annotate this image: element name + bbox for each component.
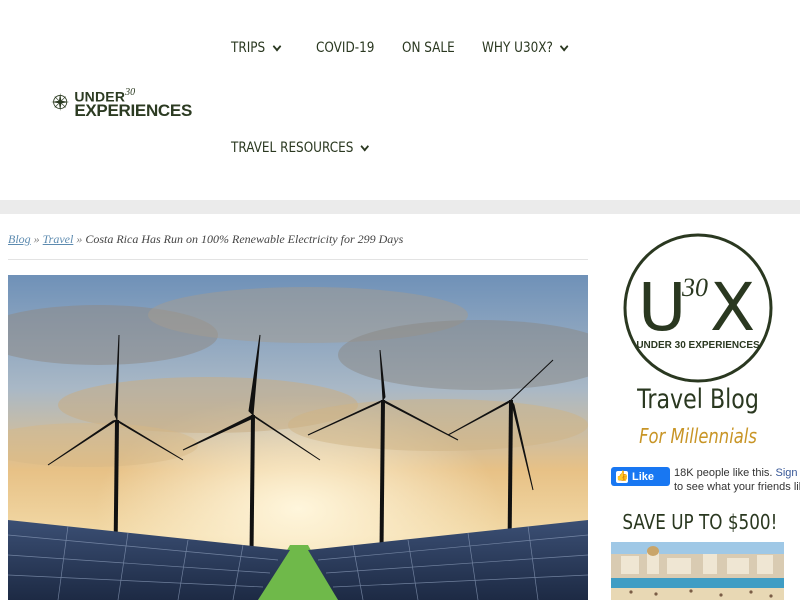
nav-covid-label: COVID-19 [316,40,375,56]
facebook-like-count: 18K people like this. Sign Up to see wha… [674,466,800,494]
chevron-down-icon [560,41,569,51]
nav-trips-label: TRIPS [231,40,266,56]
logo-superscript: 30 [125,86,136,98]
u30x-badge-logo[interactable]: U 30 X UNDER 30 EXPERIENCES [622,232,774,384]
facebook-count-text: 18K people like this. [674,467,773,479]
breadcrumb-blog-link[interactable]: Blog [8,232,31,246]
breadcrumb-separator: » [76,232,83,246]
facebook-like-button[interactable]: 👍 Like [611,467,670,486]
breadcrumb-divider [8,259,588,260]
breadcrumb-separator: » [33,232,40,246]
nav-travel-resources-label: TRAVEL RESOURCES [231,140,354,156]
nav-trips[interactable]: TRIPS [231,40,282,56]
site-logo[interactable]: UNDER30 EXPERIENCES [50,84,192,120]
nav-on-sale-label: ON SALE [402,40,455,56]
sidebar-title: Travel Blog [637,384,759,415]
sidebar-subtitle: For Millennials [639,424,757,448]
chevron-down-icon [360,141,370,151]
promo-heading: SAVE UP TO $500! [622,510,778,534]
site-header: UNDER30 EXPERIENCES TRIPS COVID-19 ON SA… [0,0,800,200]
facebook-thumbs-up-icon: 👍 [616,470,629,483]
nav-on-sale[interactable]: ON SALE [402,40,455,56]
header-divider [0,200,800,214]
breadcrumb-current: Costa Rica Has Run on 100% Renewable Ele… [85,232,404,246]
nav-covid[interactable]: COVID-19 [316,40,374,56]
badge-letter-u: U [638,269,686,346]
facebook-tail-text: to see what your friends like. [674,481,800,493]
chevron-down-icon [272,41,282,51]
compass-icon [51,93,70,111]
badge-caption: UNDER 30 EXPERIENCES [636,340,760,351]
logo-line2: EXPERIENCES [74,101,192,121]
breadcrumb: Blog» Travel» Costa Rica Has Run on 100% R… [8,232,403,247]
nav-why-u30x-label: WHY U30X? [482,40,553,56]
badge-letter-x: X [710,269,755,346]
facebook-like-label: Like [632,470,655,483]
promo-image-beach-town[interactable] [611,542,784,600]
breadcrumb-travel-link[interactable]: Travel [43,232,74,246]
nav-travel-resources[interactable]: TRAVEL RESOURCES [231,140,370,156]
badge-superscript: 30 [681,273,708,302]
hero-image-wind-solar [8,275,588,600]
facebook-signup-link[interactable]: Sign Up [776,467,800,479]
nav-why-u30x[interactable]: WHY U30X? [482,40,569,56]
